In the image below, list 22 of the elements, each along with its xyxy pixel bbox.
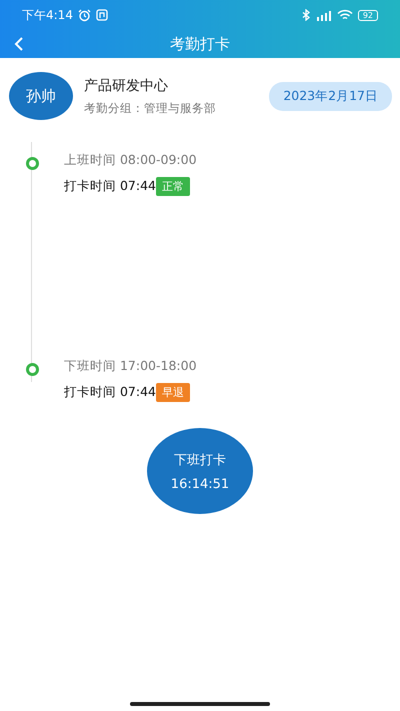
timeline-dot	[26, 157, 39, 170]
status-time: 下午4:14	[22, 6, 73, 24]
nfc-icon	[96, 9, 108, 21]
schedule-time: 下班时间 17:00-18:00	[64, 358, 198, 375]
punch-time: 打卡时间 07:44	[64, 384, 156, 401]
battery-indicator: 92	[358, 10, 378, 20]
department-name: 产品研发中心	[84, 76, 169, 94]
punch-time: 打卡时间 07:44	[64, 178, 156, 195]
schedule-time: 上班时间 08:00-09:00	[64, 152, 198, 169]
avatar: 孙帅	[9, 72, 73, 120]
page-title: 考勤打卡	[170, 34, 230, 54]
date-pill[interactable]: 2023年2月17日	[269, 82, 392, 110]
attendance-group: 考勤分组：管理与服务部	[84, 100, 270, 116]
wifi-icon	[336, 9, 353, 21]
punch-button[interactable]: 下班打卡 16:14:51	[147, 428, 253, 514]
status-tag: 早退	[156, 383, 190, 402]
timeline-dot	[26, 363, 39, 376]
status-tag: 正常	[156, 177, 190, 196]
bluetooth-icon	[302, 9, 311, 21]
signal-icon	[316, 10, 332, 20]
back-icon[interactable]	[14, 36, 24, 52]
alarm-icon	[78, 8, 91, 22]
